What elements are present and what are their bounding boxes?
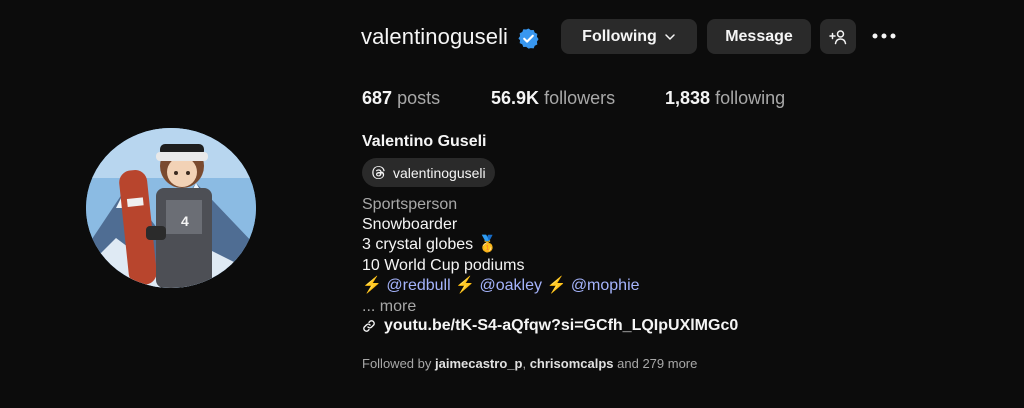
bio-line: 3 crystal globes 🥇 <box>362 235 498 255</box>
profile-username: valentinoguseli <box>361 24 509 49</box>
external-link-text: youtu.be/tK-S4-aQfqw?si=GCfh_LQIpUXlMGc0 <box>384 317 739 334</box>
message-button[interactable]: Message <box>707 19 811 54</box>
followed-by-user[interactable]: chrisomcalps <box>530 356 614 371</box>
lightning-icon: ⚡ <box>546 277 567 294</box>
bio-line-text: 3 crystal globes <box>362 236 474 253</box>
following-button-label: Following <box>582 27 657 45</box>
threads-handle: valentinoguseli <box>393 164 486 181</box>
followed-by[interactable]: Followed by jaimecastro_p, chrisomcalps … <box>362 356 697 371</box>
more-options-icon[interactable] <box>871 29 897 43</box>
mention-link[interactable]: @oakley <box>479 277 542 294</box>
following-label: following <box>715 88 786 108</box>
following-button[interactable]: Following <box>561 19 697 54</box>
following-stat[interactable]: 1,838 following <box>665 88 785 109</box>
lightning-icon: ⚡ <box>455 277 476 294</box>
threads-badge[interactable]: valentinoguseli <box>362 158 495 187</box>
message-button-label: Message <box>725 27 793 45</box>
followed-by-user[interactable]: jaimecastro_p <box>435 356 522 371</box>
followers-label: followers <box>544 88 616 108</box>
link-icon <box>363 320 375 332</box>
chevron-down-icon <box>665 33 675 40</box>
profile-avatar[interactable]: 4 <box>86 128 256 288</box>
verified-badge-icon <box>518 28 539 49</box>
followed-by-prefix: Followed by <box>362 356 432 371</box>
followers-count: 56.9K <box>491 88 540 108</box>
following-count: 1,838 <box>665 88 711 108</box>
profile-category: Sportsperson <box>362 196 458 213</box>
bio-line: 10 World Cup podiums <box>362 257 525 274</box>
mention-link[interactable]: @redbull <box>386 277 450 294</box>
threads-icon <box>372 166 385 180</box>
followers-stat[interactable]: 56.9K followers <box>491 88 615 109</box>
bio-mentions-line: ⚡ @redbull ⚡ @oakley ⚡ @mophie <box>362 276 640 296</box>
avatar-image: 4 <box>86 128 256 288</box>
suggested-users-button[interactable] <box>820 19 856 54</box>
posts-label: posts <box>397 88 441 108</box>
profile-full-name: Valentino Guseli <box>362 133 487 150</box>
bio-more-link[interactable]: ... more <box>362 297 416 317</box>
lightning-icon: ⚡ <box>362 277 382 294</box>
svg-text:4: 4 <box>181 213 189 229</box>
posts-count: 687 <box>362 88 393 108</box>
mention-link[interactable]: @mophie <box>571 277 640 294</box>
bio-line: Snowboarder <box>362 216 458 233</box>
posts-stat: 687 posts <box>362 88 440 109</box>
separator: , <box>522 356 527 371</box>
followed-by-suffix: and 279 more <box>617 356 698 371</box>
add-user-icon <box>829 29 847 44</box>
external-link[interactable]: youtu.be/tK-S4-aQfqw?si=GCfh_LQIpUXlMGc0 <box>362 317 738 335</box>
medal-icon: 🥇 <box>477 236 498 253</box>
